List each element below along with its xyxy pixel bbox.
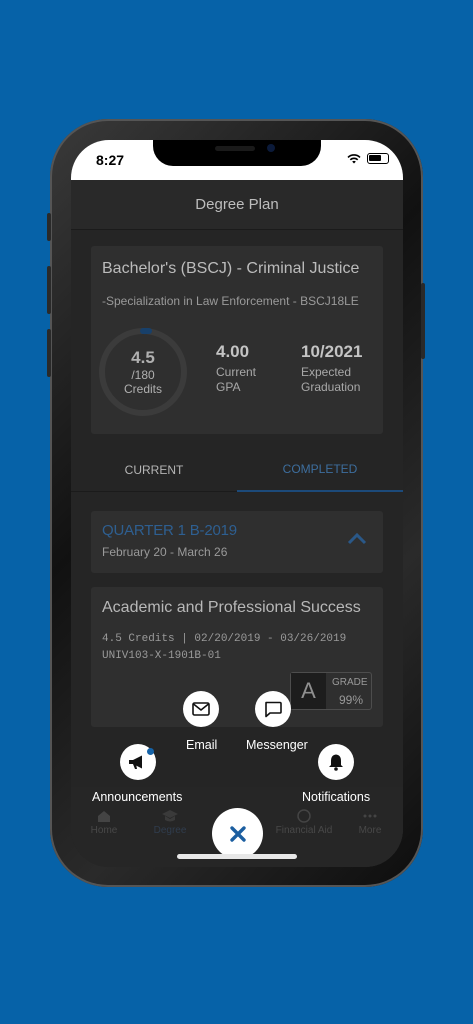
grade-percent: 99% [339,693,364,707]
course-title: Academic and Professional Success [102,599,361,616]
notifications-button[interactable] [318,744,354,780]
tab-current[interactable]: CURRENT [71,448,237,492]
home-icon [98,811,110,822]
announcements-button[interactable] [120,744,156,780]
chat-bubble-icon [265,701,282,717]
email-label: Email [186,738,218,752]
quarter-title: QUARTER 1 B-2019 [102,522,237,539]
credits-total: /180 [131,368,155,382]
course-credits-dates: 4.5 Credits | 02/20/2019 - 03/26/2019 [102,633,347,645]
announcement-badge [147,748,154,755]
home-indicator [177,854,297,859]
tab-completed[interactable]: COMPLETED [237,448,403,492]
course-meta: 4.5 Credits | 02/20/2019 - 03/26/2019 UN… [102,631,346,665]
close-icon [229,825,246,842]
course-tabs: CURRENT COMPLETED [71,448,403,492]
quarter-dates: February 20 - March 26 [102,545,228,559]
course-code: UNIV103-X-1901B-01 [102,650,221,662]
graduation-stat: 10/2021 Expected Graduation [301,342,362,395]
tabbar-home[interactable]: Home [71,809,137,836]
gpa-value: 4.00 [216,342,250,361]
credits-earned: 4.5 [131,348,155,367]
dollar-circle-icon [297,809,311,823]
credits-progress-indicator [140,328,152,334]
status-time: 8:27 [96,152,125,168]
tabbar-more-label: More [358,825,382,836]
battery-icon [367,153,389,164]
more-icon [363,814,377,818]
grade-letter: A [291,673,326,709]
gpa-label-line2: GPA [216,380,241,394]
gpa-stat: 4.00 Current GPA [216,342,256,395]
tabbar-more[interactable]: More [337,809,403,836]
grade-box: A GRADE 99% [290,672,372,710]
envelope-icon [192,702,210,716]
bell-icon [329,754,343,771]
wifi-icon [347,153,361,163]
degree-specialization: -Specialization in Law Enforcement - BSC… [102,294,359,308]
grade-label: GRADE [332,677,368,688]
page-title: Degree Plan [195,196,279,213]
volume-up-button [47,266,51,314]
email-button[interactable] [183,691,219,727]
messenger-label: Messenger [246,738,308,752]
tabbar-home-label: Home [90,825,118,836]
front-camera [267,144,275,152]
speaker-grille [215,146,255,151]
graduation-cap-icon [162,810,178,822]
credits-label: Credits [123,382,162,396]
notch [153,140,321,166]
degree-title: Bachelor's (BSCJ) - Criminal Justice [102,260,360,277]
course-card[interactable]: Academic and Professional Success 4.5 Cr… [91,587,383,727]
graduation-label-line1: Expected [301,365,352,379]
quarter-header[interactable]: QUARTER 1 B-2019 February 20 - March 26 [91,511,383,573]
gpa-label-line1: Current [216,365,257,379]
credits-summary: 4.5 /180 Credits [99,348,187,396]
fab-close-button[interactable] [212,808,263,859]
megaphone-icon [129,755,142,769]
notifications-label: Notifications [302,790,371,804]
degree-summary-card: Bachelor's (BSCJ) - Criminal Justice -Sp… [91,246,383,434]
tabbar-degree-label: Degree [153,825,187,836]
power-button [421,283,425,359]
graduation-value: 10/2021 [301,342,363,361]
messenger-button[interactable] [255,691,291,727]
mute-switch [47,213,51,241]
graduation-label-line2: Graduation [301,380,361,394]
tabbar-degree[interactable]: Degree [137,809,203,836]
chevron-up-icon[interactable] [347,531,367,545]
nav-bar: Degree Plan [71,180,403,230]
announcements-label: Announcements [92,790,183,804]
tabbar-financial-aid-label: Financial Aid [275,825,333,836]
tabbar-financial-aid[interactable]: Financial Aid [271,809,337,836]
volume-down-button [47,329,51,377]
